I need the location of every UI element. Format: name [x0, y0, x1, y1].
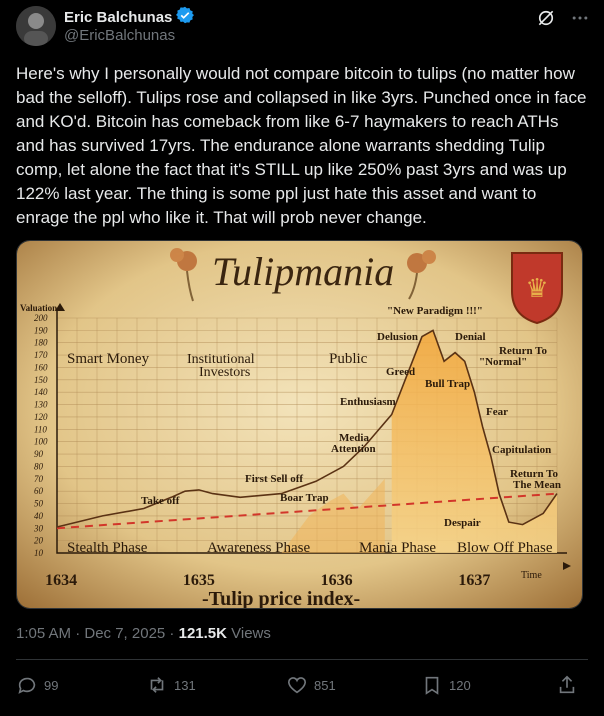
views-label: Views	[226, 625, 271, 642]
bookmark-count: 120	[449, 677, 471, 693]
reply-icon	[18, 677, 36, 694]
y-tick-label: 40	[34, 511, 44, 521]
y-tick-label: 100	[34, 437, 48, 447]
annotation-label: "New Paradigm !!!"	[387, 305, 483, 317]
y-tick-label: 170	[34, 350, 48, 360]
annotation-label: "Normal"	[479, 356, 527, 368]
author-name[interactable]: Eric Balchunas	[64, 9, 172, 26]
repost-count: 131	[174, 677, 196, 693]
y-tick-label: 150	[34, 375, 48, 385]
y-tick-label: 90	[34, 449, 44, 459]
x-tick-label: 1637	[458, 572, 490, 589]
like-count: 851	[314, 677, 336, 693]
y-tick-label: 30	[33, 523, 44, 533]
x-tick-label: 1636	[321, 572, 353, 589]
reply-button[interactable]: 99	[16, 674, 58, 696]
y-tick-label: 190	[34, 325, 48, 335]
repost-button[interactable]: 131	[146, 674, 196, 696]
annotation-label: Denial	[455, 331, 486, 343]
annotation-label: Attention	[331, 443, 376, 455]
annotation-label: Enthusiasm	[340, 396, 396, 408]
y-tick-label: 110	[34, 424, 47, 434]
repost-icon	[150, 677, 164, 693]
annotation-label: Boar Trap	[280, 492, 329, 504]
action-bar: 99 131 851 120	[16, 674, 588, 698]
meta-separator: ·	[165, 625, 179, 642]
tweet-timestamp[interactable]: 1:05 AM · Dec 7, 2025	[16, 625, 165, 642]
annotation-label: Capitulation	[492, 444, 551, 456]
grok-icon[interactable]	[536, 8, 556, 33]
heart-icon	[287, 677, 307, 694]
tulipmania-chart: 10 20 30 40 50 60 70 80 90 100 110 120 130 140 150 160 1…	[17, 241, 582, 608]
bookmark-button[interactable]: 120	[421, 674, 471, 696]
crowd-label: Smart Money	[67, 351, 150, 367]
annotation-label: The Mean	[513, 479, 561, 491]
annotation-label: Fear	[486, 406, 508, 418]
y-tick-label: 140	[34, 387, 48, 397]
annotation-label: First Sell off	[245, 473, 303, 485]
y-tick-label: 180	[34, 338, 48, 348]
reply-count: 99	[44, 677, 59, 693]
views-count: 121.5K	[178, 625, 227, 642]
y-tick-label: 160	[34, 362, 48, 372]
share-button[interactable]	[556, 674, 578, 696]
y-tick-label: 70	[34, 474, 44, 484]
more-options-icon[interactable]	[570, 8, 590, 33]
coat-of-arms-icon: ♛	[511, 252, 563, 325]
crowd-label: Public	[329, 351, 368, 367]
author-handle[interactable]: @EricBalchunas	[64, 27, 175, 44]
y-tick-label: 20	[34, 536, 44, 546]
bookmark-icon	[425, 676, 439, 695]
phase-label: Stealth Phase	[67, 540, 148, 556]
x-axis-label: Time	[521, 570, 542, 581]
y-tick-label: 50	[34, 499, 44, 509]
y-axis-label: Valuation	[20, 303, 57, 313]
avatar[interactable]	[16, 6, 56, 46]
phase-label: Blow Off Phase	[457, 540, 553, 556]
chart-subtitle: -Tulip price index-	[202, 588, 360, 608]
x-tick-label: 1635	[183, 572, 215, 589]
tweet-meta: 1:05 AM · Dec 7, 2025 · 121.5K Views	[16, 625, 271, 642]
annotation-label: Bull Trap	[425, 378, 470, 390]
like-button[interactable]: 851	[286, 674, 336, 696]
chart-title: Tulipmania	[212, 249, 394, 294]
phase-label: Awareness Phase	[207, 540, 311, 556]
y-tick-label: 120	[34, 412, 48, 422]
tweet-text: Here's why I personally would not compar…	[16, 64, 592, 227]
verified-badge-icon	[176, 6, 195, 28]
author-name-row[interactable]: Eric Balchunas	[64, 6, 195, 28]
y-tick-label: 80	[34, 461, 44, 471]
svg-text:♛: ♛	[525, 274, 548, 303]
phase-label: Mania Phase	[359, 540, 436, 556]
y-tick-label: 60	[34, 486, 44, 496]
tweet-media-image[interactable]: 10 20 30 40 50 60 70 80 90 100 110 120 130 140 150 160 1…	[16, 240, 583, 609]
y-tick-label: 200	[34, 313, 48, 323]
x-tick-label: 1634	[45, 572, 77, 589]
annotation-label: Delusion	[377, 331, 418, 343]
annotation-label: Despair	[444, 517, 481, 529]
divider	[16, 659, 588, 660]
share-icon	[559, 675, 575, 694]
y-tick-label: 130	[34, 400, 48, 410]
annotation-label: Greed	[386, 366, 415, 378]
annotation-label: Take off	[141, 495, 180, 507]
y-tick-label: 10	[34, 548, 44, 558]
crowd-label: Investors	[199, 365, 250, 380]
